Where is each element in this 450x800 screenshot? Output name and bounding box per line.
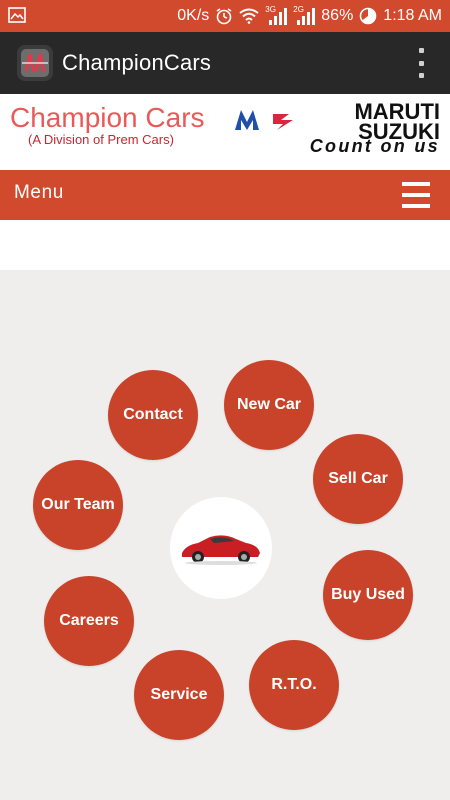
hamburger-icon[interactable] bbox=[402, 182, 430, 208]
network-speed: 0K/s bbox=[177, 7, 210, 24]
center-car-button[interactable] bbox=[170, 497, 272, 599]
overflow-menu-button[interactable] bbox=[416, 48, 426, 78]
overflow-dot bbox=[418, 60, 424, 66]
hamburger-line bbox=[402, 182, 430, 186]
action-bar: ChampionCars bbox=[0, 32, 450, 94]
menu-bar[interactable]: Menu bbox=[0, 170, 450, 220]
picture-icon bbox=[8, 7, 26, 23]
clock: 1:18 AM bbox=[383, 7, 442, 24]
service-button[interactable]: Service bbox=[134, 650, 224, 740]
new-car-button[interactable]: New Car bbox=[224, 360, 314, 450]
hamburger-line bbox=[402, 204, 430, 208]
battery-percent: 86% bbox=[321, 7, 354, 24]
status-bar: 0K/s 3G 2G 86% 1:18 AM bbox=[0, 0, 450, 32]
brand-subtitle: (A Division of Prem Cars) bbox=[28, 132, 174, 147]
sell-car-button[interactable]: Sell Car bbox=[313, 434, 403, 524]
overflow-dot bbox=[418, 73, 424, 78]
alarm-icon bbox=[216, 8, 232, 25]
status-indicators: 0K/s 3G 2G 86% 1:18 AM bbox=[177, 5, 442, 26]
hamburger-line bbox=[402, 193, 430, 197]
tagline: Count on us bbox=[309, 136, 440, 156]
maruti-suzuki-logo-icon bbox=[235, 110, 293, 130]
careers-button[interactable]: Careers bbox=[44, 576, 134, 666]
signal-2g-icon: 2G bbox=[293, 5, 316, 25]
brand-title: Champion Cars bbox=[10, 102, 205, 133]
rto-button[interactable]: R.T.O. bbox=[249, 640, 339, 730]
app-logo-icon bbox=[17, 45, 53, 81]
menu-label: Menu bbox=[14, 182, 64, 203]
overflow-menu-icon bbox=[418, 48, 424, 53]
wifi-icon bbox=[239, 8, 259, 24]
buy-used-button[interactable]: Buy Used bbox=[323, 550, 413, 640]
car-icon bbox=[182, 535, 260, 565]
blank-panel bbox=[0, 220, 450, 270]
our-team-button[interactable]: Our Team bbox=[33, 460, 123, 550]
signal-3g-icon: 3G bbox=[265, 5, 288, 25]
app-title: ChampionCars bbox=[62, 50, 212, 75]
contact-button[interactable]: Contact bbox=[108, 370, 198, 460]
battery-icon bbox=[359, 7, 377, 25]
